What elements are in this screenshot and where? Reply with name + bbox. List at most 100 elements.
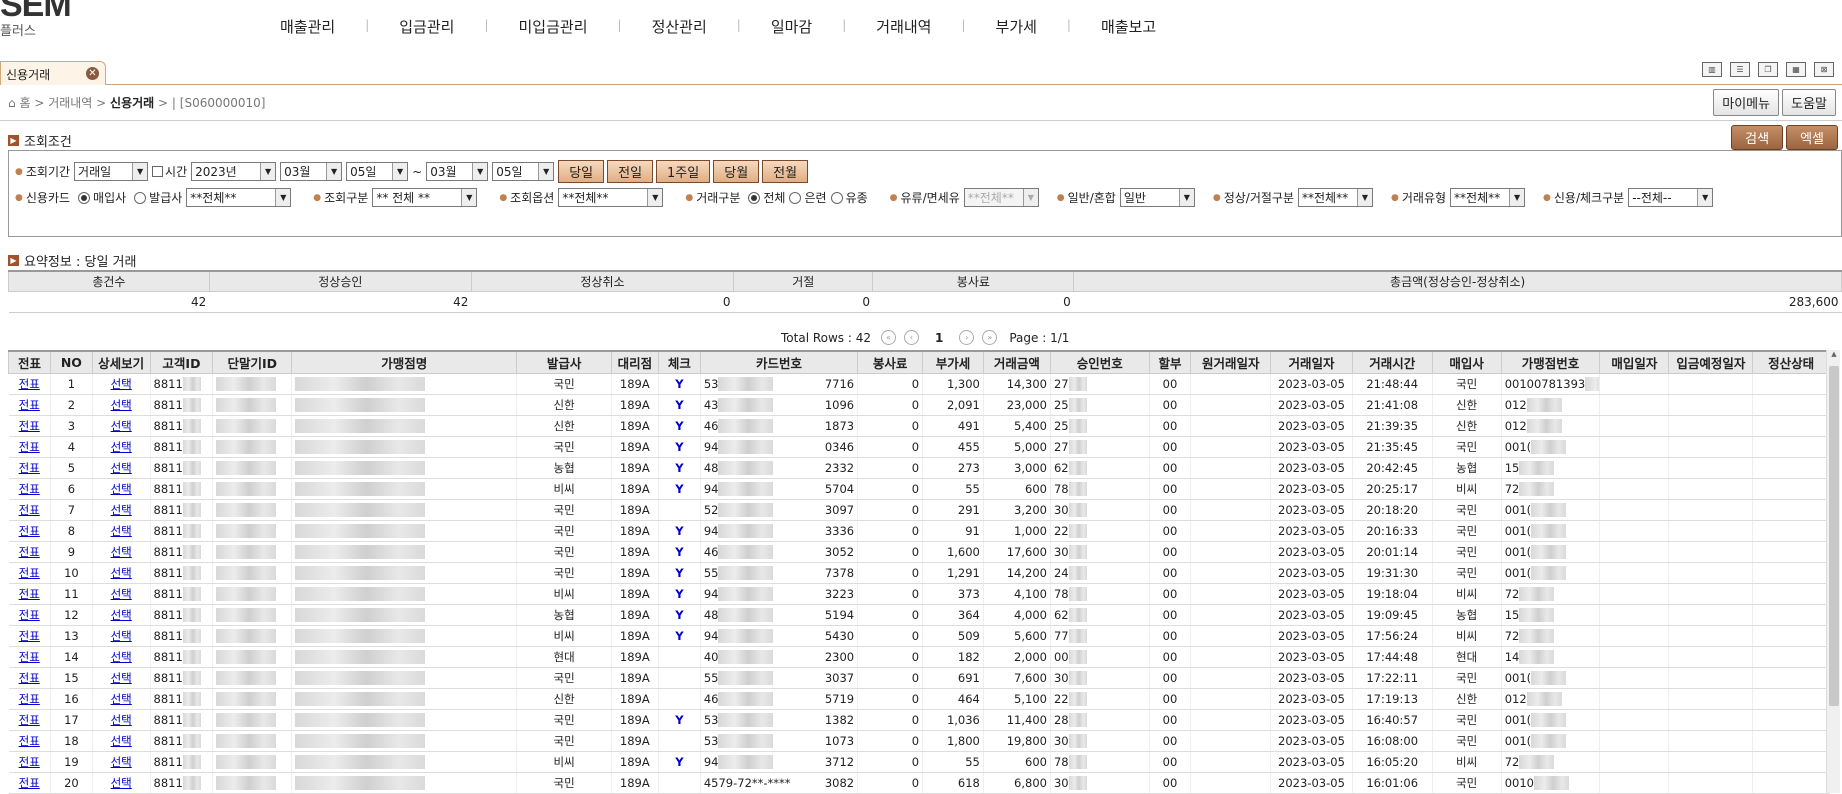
scroll-thumb[interactable] bbox=[1829, 366, 1839, 706]
acquirer-radio[interactable] bbox=[78, 191, 91, 204]
slip-link[interactable]: 전표 bbox=[8, 709, 51, 731]
table-row[interactable]: 전표 20 선택 8811 국민 189A 4579-72**-**** 3082 0 618 6,… bbox=[8, 772, 1830, 794]
detail-select-link[interactable]: 선택 bbox=[92, 751, 151, 773]
grid-column-header[interactable]: 가맹점명 bbox=[291, 350, 518, 374]
slip-link[interactable]: 전표 bbox=[8, 751, 51, 773]
detail-select-link-text[interactable]: 선택 bbox=[111, 650, 132, 664]
layout-grid-icon[interactable]: ▦ bbox=[1786, 62, 1806, 77]
grid-column-header[interactable]: 카드번호 bbox=[699, 350, 859, 374]
grid-column-header[interactable]: 봉사료 bbox=[857, 350, 924, 374]
slip-link[interactable]: 전표 bbox=[8, 457, 51, 479]
detail-select-link[interactable]: 선택 bbox=[92, 625, 151, 647]
slip-link[interactable]: 전표 bbox=[8, 415, 51, 437]
grid-column-header[interactable]: 거래일자 bbox=[1270, 350, 1353, 374]
table-row[interactable]: 전표 6 선택 8811 비씨 189A Y 94 5704 0 55 600 78 00 2023-03-… bbox=[8, 478, 1830, 500]
detail-select-link-text[interactable]: 선택 bbox=[111, 419, 132, 433]
slip-link[interactable]: 전표 bbox=[8, 541, 51, 563]
from-day-select[interactable]: 05일 ▼ bbox=[346, 162, 409, 181]
table-row[interactable]: 전표 7 선택 8811 국민 189A 52 3097 0 291 3,200 30 00 2023-0… bbox=[8, 499, 1830, 521]
detail-select-link-text[interactable]: 선택 bbox=[111, 461, 132, 475]
detail-select-link[interactable]: 선택 bbox=[92, 583, 151, 605]
detail-select-link[interactable]: 선택 bbox=[92, 667, 151, 689]
detail-select-link[interactable]: 선택 bbox=[92, 646, 151, 668]
grid-column-header[interactable]: 고객ID bbox=[149, 350, 214, 374]
detail-select-link-text[interactable]: 선택 bbox=[111, 377, 132, 391]
scroll-up-icon[interactable]: ▲ bbox=[1827, 350, 1841, 364]
search-button[interactable]: 검색 bbox=[1731, 125, 1784, 150]
grid-column-header[interactable]: 가맹점번호 bbox=[1500, 350, 1601, 374]
next-page-icon[interactable]: › bbox=[959, 330, 975, 345]
detail-select-link-text[interactable]: 선택 bbox=[111, 587, 132, 601]
nav-vat[interactable]: 부가세 bbox=[986, 16, 1047, 37]
detail-select-link-text[interactable]: 선택 bbox=[111, 398, 132, 412]
help-button[interactable]: 도움말 bbox=[1782, 89, 1836, 116]
prev-page-icon[interactable]: ‹ bbox=[904, 330, 919, 345]
table-row[interactable]: 전표 12 선택 8811 농협 189A Y 48 5194 0 364 4,000 62 00 2023… bbox=[8, 604, 1830, 626]
slip-link-text[interactable]: 전표 bbox=[19, 713, 40, 727]
table-row[interactable]: 전표 4 선택 8811 국민 189A Y 94 0346 0 455 5,000 27 00 2023-… bbox=[8, 436, 1830, 458]
slip-link[interactable]: 전표 bbox=[8, 436, 51, 458]
detail-select-link-text[interactable]: 선택 bbox=[111, 503, 132, 517]
slip-link-text[interactable]: 전표 bbox=[19, 398, 40, 412]
grid-column-header[interactable]: 거래금액 bbox=[982, 350, 1051, 374]
slip-link-text[interactable]: 전표 bbox=[19, 566, 40, 580]
slip-link[interactable]: 전표 bbox=[8, 772, 51, 794]
table-row[interactable]: 전표 1 선택 8811 국민 189A Y 53 7716 0 1,300 14,300 27 00 20… bbox=[8, 373, 1830, 395]
detail-select-link-text[interactable]: 선택 bbox=[111, 629, 132, 643]
table-row[interactable]: 전표 14 선택 8811 현대 189A 40 2300 0 182 2,000 00 00 2023-… bbox=[8, 646, 1830, 668]
time-checkbox[interactable] bbox=[152, 166, 164, 177]
detail-select-link[interactable]: 선택 bbox=[92, 604, 151, 626]
home-icon[interactable]: ⌂ bbox=[8, 96, 16, 110]
detail-select-link-text[interactable]: 선택 bbox=[111, 671, 132, 685]
logo[interactable]: SEM 플러스 bbox=[0, 0, 72, 39]
layout-close-icon[interactable]: ⊠ bbox=[1814, 62, 1834, 77]
slip-link[interactable]: 전표 bbox=[8, 499, 51, 521]
detail-select-link-text[interactable]: 선택 bbox=[111, 482, 132, 496]
detail-select-link-text[interactable]: 선택 bbox=[111, 755, 132, 769]
detail-select-link[interactable]: 선택 bbox=[92, 772, 151, 794]
quick-last-month-button[interactable]: 전월 bbox=[762, 160, 809, 183]
detail-select-link[interactable]: 선택 bbox=[92, 415, 151, 437]
to-day-select[interactable]: 05일 ▼ bbox=[492, 162, 555, 181]
table-row[interactable]: 전표 2 선택 8811 신한 189A Y 43 1096 0 2,091 23,000 25 00 20… bbox=[8, 394, 1830, 416]
slip-link[interactable]: 전표 bbox=[8, 583, 51, 605]
table-row[interactable]: 전표 10 선택 8811 국민 189A Y 55 7378 0 1,291 14,200 24 00 2… bbox=[8, 562, 1830, 584]
detail-select-link[interactable]: 선택 bbox=[92, 373, 151, 395]
from-month-select[interactable]: 03월 ▼ bbox=[280, 162, 343, 181]
layout-rows-icon[interactable]: ☰ bbox=[1730, 62, 1750, 77]
excel-button[interactable]: 엑셀 bbox=[1786, 125, 1838, 150]
grid-column-header[interactable]: 승인번호 bbox=[1049, 350, 1150, 374]
tx-unionpay-radio[interactable] bbox=[789, 191, 802, 204]
quick-today-button[interactable]: 당일 bbox=[558, 160, 605, 183]
breadcrumb-level1[interactable]: 거래내역 bbox=[48, 96, 92, 110]
detail-select-link-text[interactable]: 선택 bbox=[111, 734, 132, 748]
slip-link-text[interactable]: 전표 bbox=[19, 377, 40, 391]
detail-select-link-text[interactable]: 선택 bbox=[111, 440, 132, 454]
slip-link-text[interactable]: 전표 bbox=[19, 755, 40, 769]
vertical-scrollbar[interactable]: ▲ bbox=[1826, 350, 1840, 793]
grid-column-header[interactable]: 발급사 bbox=[516, 350, 612, 374]
slip-link-text[interactable]: 전표 bbox=[19, 482, 40, 496]
detail-select-link-text[interactable]: 선택 bbox=[111, 524, 132, 538]
grid-column-header[interactable]: 체크 bbox=[657, 350, 701, 374]
current-page[interactable]: 1 bbox=[935, 331, 943, 345]
grid-column-header[interactable]: 대리점 bbox=[610, 350, 659, 374]
table-row[interactable]: 전표 11 선택 8811 비씨 189A Y 94 3223 0 373 4,100 78 00 2023… bbox=[8, 583, 1830, 605]
nav-daily-close[interactable]: 일마감 bbox=[761, 16, 822, 37]
slip-link-text[interactable]: 전표 bbox=[19, 650, 40, 664]
slip-link[interactable]: 전표 bbox=[8, 520, 51, 542]
quick-week-button[interactable]: 1주일 bbox=[656, 160, 711, 183]
detail-select-link[interactable]: 선택 bbox=[92, 520, 151, 542]
layout-cascade-icon[interactable]: ❐ bbox=[1758, 62, 1778, 77]
grid-column-header[interactable]: 단말기ID bbox=[212, 350, 293, 374]
grid-column-header[interactable]: 거래시간 bbox=[1351, 350, 1433, 374]
quick-yesterday-button[interactable]: 전일 bbox=[607, 160, 654, 183]
detail-select-link-text[interactable]: 선택 bbox=[111, 776, 132, 790]
table-row[interactable]: 전표 8 선택 8811 국민 189A Y 94 3336 0 91 1,000 22 00 2023-0… bbox=[8, 520, 1830, 542]
table-row[interactable]: 전표 13 선택 8811 비씨 189A Y 94 5430 0 509 5,600 77 00 2023… bbox=[8, 625, 1830, 647]
nav-settlement[interactable]: 정산관리 bbox=[642, 16, 717, 37]
close-icon[interactable]: ✕ bbox=[86, 67, 99, 80]
grid-column-header[interactable]: 상세보기 bbox=[91, 350, 151, 374]
grid-column-header[interactable]: 매입일자 bbox=[1599, 350, 1670, 374]
slip-link[interactable]: 전표 bbox=[8, 667, 51, 689]
